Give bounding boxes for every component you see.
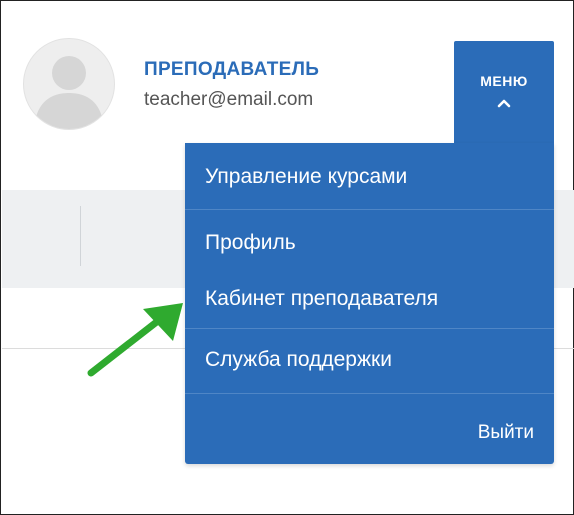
band-divider	[80, 206, 81, 266]
logout-link[interactable]: Выйти	[478, 422, 534, 444]
menu-item-teacher-cabinet[interactable]: Кабинет преподавателя	[205, 287, 438, 311]
chevron-up-icon	[454, 95, 554, 113]
user-silhouette-icon	[34, 56, 104, 129]
menu-button-label: МЕНЮ	[480, 73, 528, 89]
user-email: teacher@email.com	[144, 89, 314, 110]
menu-item-course-management[interactable]: Управление курсами	[205, 165, 407, 189]
green-arrow-icon	[87, 303, 183, 377]
user-role: ПРЕПОДАВАТЕЛЬ	[144, 59, 320, 80]
menu-separator	[185, 393, 554, 394]
menu-separator	[185, 209, 554, 210]
menu-item-profile[interactable]: Профиль	[205, 231, 296, 255]
menu-separator	[185, 328, 554, 329]
menu-dropdown: Управление курсами Профиль Кабинет препо…	[185, 143, 554, 464]
menu-button[interactable]: МЕНЮ	[454, 41, 554, 146]
avatar[interactable]	[23, 38, 115, 130]
menu-item-support[interactable]: Служба поддержки	[205, 348, 392, 372]
page-frame: ПРЕПОДАВАТЕЛЬ teacher@email.com МЕНЮ Упр…	[0, 0, 574, 515]
